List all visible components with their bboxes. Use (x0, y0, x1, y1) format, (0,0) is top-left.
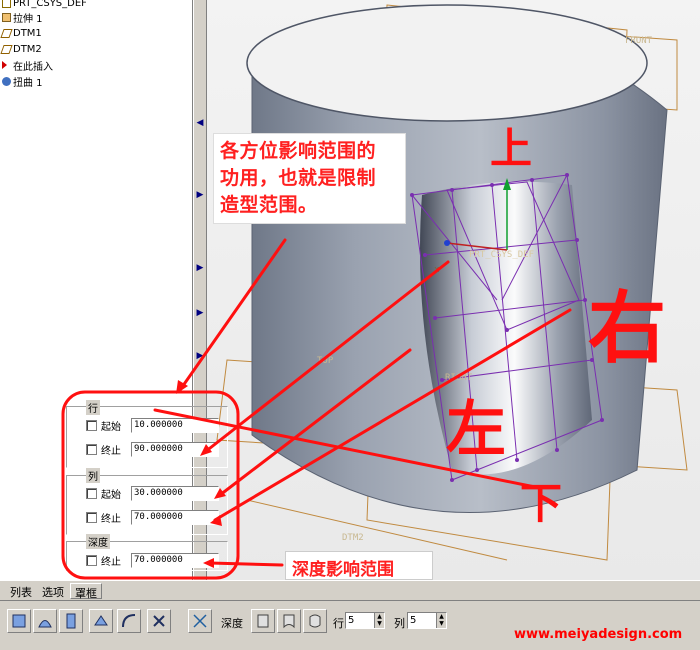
spin-arrows-icon[interactable]: ▲ ▼ (436, 613, 446, 628)
csys-label[interactable]: PRT_CSYS_DEF (469, 250, 534, 260)
col-start-label: 起始 (101, 489, 121, 501)
tab-list[interactable]: 列表 (6, 583, 36, 599)
dashboard-tab-bar: 列表 选项 罩框 (0, 580, 700, 600)
row-start-row: 起始 10.000000 (86, 416, 219, 434)
tree-item-label: DTM1 (13, 27, 42, 39)
spin-arrows-icon[interactable]: ▲ ▼ (374, 613, 384, 628)
tree-item-csys[interactable]: PRT_CSYS_DEF (2, 0, 87, 10)
tree-item-warp[interactable]: 扭曲 1 (2, 74, 43, 89)
tree-item-dtm1[interactable]: DTM1 (0, 26, 42, 40)
callout-line: 各方位影响范围的 (220, 140, 377, 162)
transform-tool-button[interactable] (7, 609, 31, 633)
depth-group-title: 深度 (86, 534, 110, 549)
model-graphics: FRONT TOP RIGHT DTM2 PRT_CSYS_DEF x (216, 4, 688, 561)
col-start-checkbox[interactable] (86, 487, 97, 499)
csys-icon (2, 0, 11, 8)
tree-item-label: 在此插入 (13, 61, 53, 73)
col-end-checkbox[interactable] (86, 511, 97, 523)
row-end-label: 终止 (101, 445, 121, 457)
row-end-input[interactable]: 90.000000 (131, 441, 219, 457)
depth-end-checkbox[interactable] (86, 554, 97, 566)
tab-marquee[interactable]: 罩框 (70, 583, 102, 600)
datum-label-top[interactable]: TOP (317, 356, 334, 366)
tree-item-dtm2[interactable]: DTM2 (0, 42, 42, 56)
depth-note-text: 深度影响范围 (292, 560, 394, 580)
tree-item-label: 拉伸 1 (13, 13, 43, 25)
extrude-icon (2, 12, 11, 22)
tree-item-label: 扭曲 1 (13, 77, 43, 89)
datum-plane-icon (0, 28, 13, 38)
expand-right-icon[interactable]: ▶ (196, 190, 204, 200)
callout-line: 功用，也就是限制 (220, 167, 377, 189)
row-count-spinner[interactable]: 5 ▲ ▼ (345, 612, 385, 629)
depth-mode-one-button[interactable] (251, 609, 275, 633)
row-start-checkbox[interactable] (86, 419, 97, 431)
warp-tool-button[interactable] (33, 609, 57, 633)
col-start-row: 起始 30.000000 (86, 484, 219, 502)
stretch-tool-button[interactable] (89, 609, 113, 633)
tree-item-insert-here[interactable]: 在此插入 (2, 58, 53, 73)
bend-tool-button[interactable] (117, 609, 141, 633)
sculpt-icon (193, 614, 207, 628)
row-group-title: 行 (86, 400, 100, 415)
expand-right-icon[interactable]: ▶ (196, 351, 204, 361)
row-start-label: 起始 (101, 421, 121, 433)
tab-options[interactable]: 选项 (38, 583, 68, 599)
csys-x-label: x (434, 265, 440, 275)
row-count-label: 行 (333, 617, 344, 630)
callout-line: 造型范围。 (220, 194, 318, 216)
spine-tool-button[interactable] (59, 609, 83, 633)
watermark: www.meiyadesign.com (514, 627, 683, 642)
model-viewport[interactable]: FRONT TOP RIGHT DTM2 PRT_CSYS_DEF x (207, 0, 700, 580)
expand-right-icon[interactable]: ▶ (196, 263, 204, 273)
cylinder-top (246, 4, 648, 122)
bend-icon (122, 614, 136, 628)
row-end-row: 终止 90.000000 (86, 440, 219, 458)
col-start-input[interactable]: 30.000000 (131, 485, 219, 501)
collapse-left-icon[interactable]: ◀ (196, 118, 204, 128)
depth-mode-two-button[interactable] (277, 609, 301, 633)
col-end-label: 终止 (101, 513, 121, 525)
col-count-label: 列 (394, 617, 405, 630)
col-end-row: 终止 70.000000 (86, 508, 219, 526)
region-settings-panel: 行 起始 10.000000 终止 90.000000 列 起始 30.0000… (62, 393, 232, 573)
depth-label: 深度 (221, 617, 243, 630)
depth-end-input[interactable]: 70.000000 (131, 552, 219, 568)
twist-icon (153, 615, 165, 627)
expand-right-icon[interactable]: ▶ (196, 308, 204, 318)
tree-item-label: DTM2 (13, 43, 42, 55)
datum-label-right[interactable]: RIGHT (445, 373, 473, 383)
col-count-value: 5 (410, 615, 417, 626)
sculpt-tool-button[interactable] (188, 609, 212, 633)
spine-icon (66, 613, 76, 629)
depth-mode-three-button[interactable] (303, 609, 327, 633)
csys-origin (444, 240, 450, 246)
warp-icon (38, 620, 52, 628)
tree-item-label: PRT_CSYS_DEF (13, 0, 87, 9)
callout-note: 各方位影响范围的 功用，也就是限制 造型范围。 (213, 133, 406, 224)
row-count-value: 5 (348, 615, 355, 626)
tree-item-extrude[interactable]: 拉伸 1 (2, 10, 43, 25)
depth-end-row: 终止 70.000000 (86, 551, 219, 569)
insert-arrow-icon (2, 61, 7, 69)
depth-two-icon (283, 614, 295, 629)
depth-end-label: 终止 (101, 556, 121, 568)
warp-icon (2, 76, 11, 86)
depth-three-icon (309, 614, 321, 628)
row-start-input[interactable]: 10.000000 (131, 417, 219, 433)
datum-plane-icon (0, 44, 13, 54)
twist-tool-button[interactable] (147, 609, 171, 633)
bottom-toolbar: 深度 行 5 ▲ ▼ 列 5 ▲ ▼ www.meiyadesign.com (0, 600, 700, 650)
col-end-input[interactable]: 70.000000 (131, 509, 219, 525)
col-count-spinner[interactable]: 5 ▲ ▼ (407, 612, 447, 629)
datum-label-front[interactable]: FRONT (625, 36, 653, 46)
row-end-checkbox[interactable] (86, 443, 97, 455)
depth-callout-note: 深度影响范围 (285, 551, 433, 580)
datum-label-dtm2[interactable]: DTM2 (342, 533, 364, 543)
transform-icon (12, 614, 26, 628)
stretch-icon (94, 615, 108, 626)
depth-one-icon (257, 614, 269, 628)
col-group-title: 列 (86, 468, 100, 483)
